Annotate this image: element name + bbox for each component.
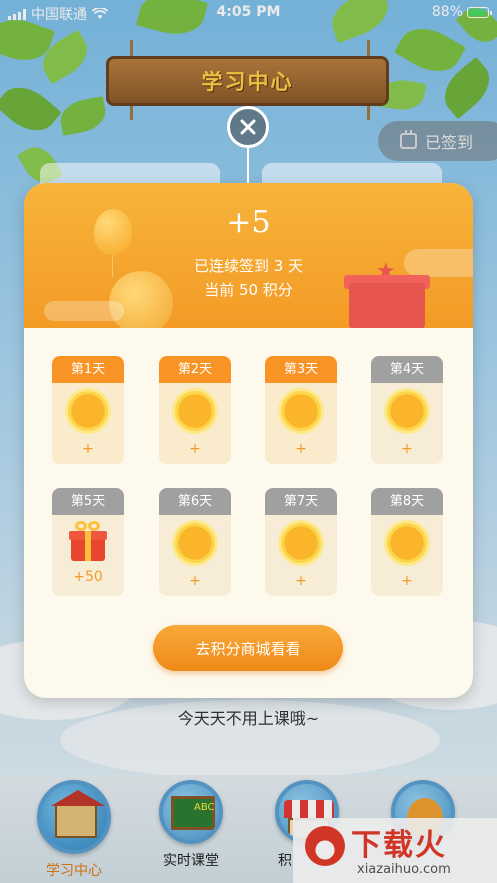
day-card-2: 第2天 +	[159, 356, 231, 464]
points-gained: +5	[226, 205, 271, 240]
day-card-3: 第3天 +	[265, 356, 337, 464]
checkin-modal: ★ +5 已连续签到 3 天 当前 50 积分 第1天 + 第2天 + 第3天 …	[24, 183, 473, 698]
day-card-6: 第6天 +	[159, 488, 231, 596]
coin-icon	[175, 391, 215, 431]
day-label: 第5天	[52, 488, 124, 515]
go-to-points-shop-button[interactable]: 去积分商城看看	[153, 625, 343, 671]
day-label: 第3天	[265, 356, 337, 383]
close-icon	[240, 119, 256, 135]
day-label: 第2天	[159, 356, 231, 383]
coin-icon	[281, 391, 321, 431]
day-label: 第1天	[52, 356, 124, 383]
day-reward: +	[82, 441, 94, 457]
day-card-4: 第4天 +	[371, 356, 443, 464]
day-reward: +	[295, 573, 307, 589]
day-label: 第7天	[265, 488, 337, 515]
gift-icon	[69, 521, 107, 561]
checkin-header: ★ +5 已连续签到 3 天 当前 50 积分	[24, 183, 473, 328]
day-reward: +	[401, 573, 413, 589]
close-connector	[247, 148, 249, 186]
day-card-8: 第8天 +	[371, 488, 443, 596]
coin-icon	[68, 391, 108, 431]
day-label: 第6天	[159, 488, 231, 515]
day-card-1: 第1天 +	[52, 356, 124, 464]
coin-icon	[175, 523, 215, 563]
current-points-text: 当前 50 积分	[204, 281, 293, 299]
day-label: 第8天	[371, 488, 443, 515]
coin-icon	[281, 523, 321, 563]
close-button[interactable]	[227, 106, 269, 148]
coin-icon	[387, 523, 427, 563]
day-reward: +	[401, 441, 413, 457]
day-reward: +	[189, 441, 201, 457]
streak-text: 已连续签到 3 天	[193, 257, 304, 275]
day-reward: +	[295, 441, 307, 457]
coin-icon	[387, 391, 427, 431]
day-card-5: 第5天 +50	[52, 488, 124, 596]
day-label: 第4天	[371, 356, 443, 383]
day-reward: +	[189, 573, 201, 589]
day-reward: +50	[73, 569, 103, 585]
day-card-7: 第7天 +	[265, 488, 337, 596]
